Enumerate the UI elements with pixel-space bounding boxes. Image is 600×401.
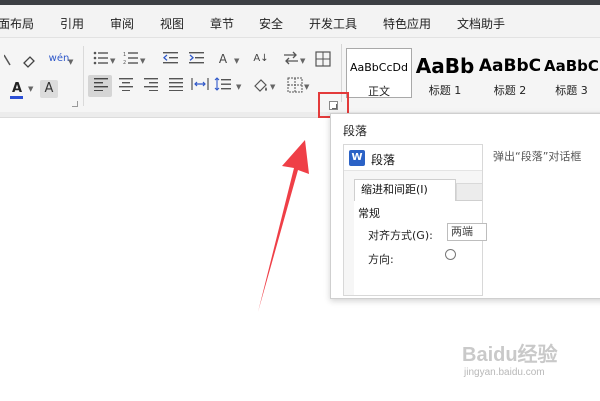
tooltip-description: 弹出“段落”对话框 (493, 150, 582, 163)
dialog-preview-tab-inactive (456, 183, 482, 201)
chevron-down-icon[interactable]: ▼ (110, 52, 115, 70)
eraser-icon[interactable] (20, 53, 38, 71)
style-normal[interactable]: AaBbCcDd 正文 (346, 48, 412, 98)
phonetic-guide-icon[interactable]: wén (48, 50, 70, 68)
dialog-preview-align-label: 对齐方式(G): (368, 229, 433, 242)
dialog-preview-radio (445, 249, 456, 260)
style-sample: AaBbC (544, 57, 599, 75)
dialog-preview-direction-label: 方向: (368, 253, 394, 266)
menu-tab-developer[interactable]: 开发工具 (309, 15, 357, 32)
shading-fill-icon[interactable] (252, 77, 270, 95)
chevron-down-icon[interactable]: ▼ (234, 52, 239, 70)
chevron-down-icon[interactable]: ▼ (68, 53, 73, 71)
increase-indent-icon[interactable] (188, 51, 206, 69)
table-grid-icon[interactable] (314, 51, 332, 69)
align-center-icon[interactable] (117, 77, 135, 95)
chevron-down-icon[interactable]: ▼ (304, 78, 309, 96)
dialog-preview-title: 段落 (371, 153, 396, 167)
svg-text:1: 1 (123, 52, 126, 58)
chevron-down-icon[interactable]: ▼ (300, 52, 305, 70)
line-spacing-icon[interactable] (214, 77, 232, 95)
watermark-logo: Baidu经验 (462, 344, 558, 366)
style-label: 标题 2 (493, 84, 527, 97)
tooltip-title: 段落 (343, 124, 368, 138)
style-label: 标题 3 (555, 84, 588, 97)
show-hide-marks-icon[interactable] (282, 51, 300, 69)
svg-text:2: 2 (123, 60, 126, 65)
chevron-down-icon[interactable]: ▼ (140, 52, 145, 70)
menu-tab-page-layout[interactable]: 面布局 (0, 15, 34, 32)
menu-tab-section[interactable]: 章节 (210, 15, 234, 32)
ribbon: wén ▼ A ▼ A ▼ 12 ▼ A ▼ A↓ ▼ ▼ ▼ ▼ AaBbCc… (0, 38, 600, 112)
menu-tab-security[interactable]: 安全 (259, 15, 283, 32)
chevron-down-icon[interactable]: ▼ (28, 80, 33, 98)
watermark-url: jingyan.baidu.com (464, 367, 545, 378)
menu-tab-view[interactable]: 视图 (160, 15, 184, 32)
dialog-preview-tab: 缩进和间距(I) (354, 179, 456, 201)
baidu-watermark: Baidu经验 jingyan.baidu.com (462, 338, 572, 388)
dialog-preview-align-select: 两端 (447, 223, 487, 241)
menu-tab-doc-assistant[interactable]: 文档助手 (457, 15, 505, 32)
align-right-icon[interactable] (142, 77, 160, 95)
character-shading-icon[interactable]: A (40, 80, 58, 98)
style-sample: AaBbCcDd (350, 61, 408, 74)
wps-writer-icon: W (349, 150, 365, 166)
menu-tab-references[interactable]: 引用 (60, 15, 84, 32)
distributed-align-icon[interactable] (191, 77, 209, 95)
ribbon-separator (83, 46, 84, 106)
decrease-indent-icon[interactable] (162, 51, 180, 69)
chevron-down-icon[interactable]: ▼ (270, 78, 275, 96)
menu-tab-features[interactable]: 特色应用 (383, 15, 431, 32)
app-window: 面布局 引用 审阅 视图 章节 安全 开发工具 特色应用 文档助手 wén ▼ … (0, 0, 600, 401)
arrow-shape (258, 140, 309, 312)
font-group-launcher-icon[interactable] (72, 101, 78, 107)
justify-icon[interactable] (167, 77, 185, 95)
sort-icon[interactable]: A↓ (252, 50, 270, 68)
dialog-preview-header: W 段落 (344, 145, 482, 171)
font-color-bar (10, 96, 23, 99)
align-left-icon[interactable] (92, 77, 110, 95)
paragraph-launcher-icon[interactable] (329, 101, 338, 110)
style-heading-2[interactable]: AaBbC 标题 2 (478, 48, 542, 98)
style-heading-1[interactable]: AaBb 标题 1 (413, 48, 477, 98)
numbered-list-icon[interactable]: 12 (122, 51, 140, 69)
paragraph-tooltip: 段落 弹出“段落”对话框 W 段落 缩进和间距(I) 常规 对齐方式(G): 方… (330, 113, 600, 299)
borders-icon[interactable] (286, 77, 304, 95)
style-sample: AaBbC (478, 56, 542, 76)
bullet-list-icon[interactable] (92, 51, 110, 69)
style-heading-3[interactable]: AaBbC 标题 3 (543, 48, 600, 98)
dialog-preview: W 段落 缩进和间距(I) 常规 对齐方式(G): 方向: (343, 144, 483, 296)
dialog-preview-section: 常规 (358, 207, 380, 220)
character-scaling-icon[interactable]: A (214, 50, 232, 68)
menu-tab-review[interactable]: 审阅 (110, 15, 134, 32)
clear-format-partial-icon[interactable] (0, 53, 18, 71)
style-label: 标题 1 (428, 84, 462, 97)
chevron-down-icon[interactable]: ▼ (236, 78, 241, 96)
style-label: 正文 (368, 85, 390, 98)
style-sample: AaBb (415, 54, 475, 78)
menu-bar: 面布局 引用 审阅 视图 章节 安全 开发工具 特色应用 文档助手 (0, 5, 600, 38)
